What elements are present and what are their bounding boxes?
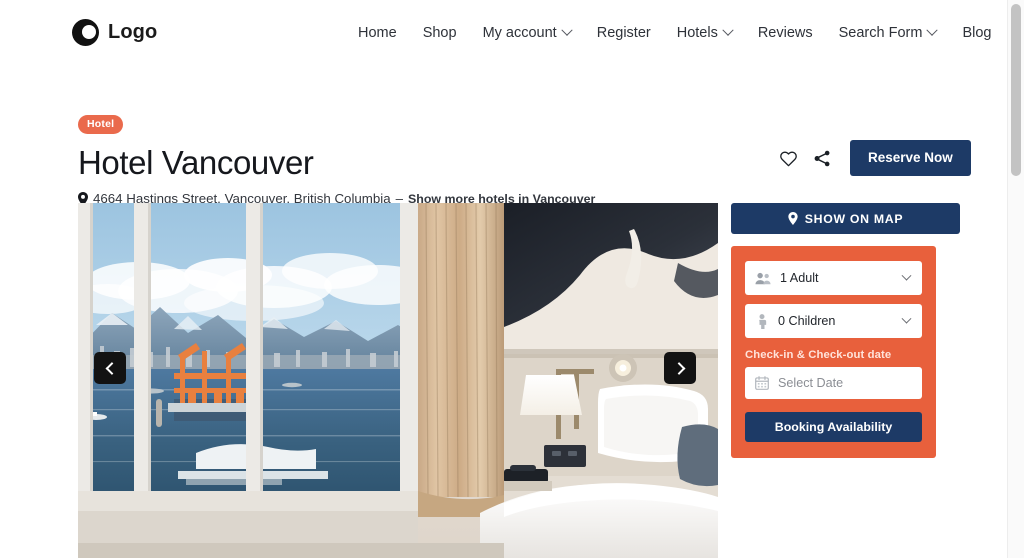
hotel-actions: Reserve Now [778,140,971,176]
heart-icon-glyph [780,151,797,166]
site-header: Logo Home Shop My account Register Hotel… [0,0,1007,66]
page-title: Hotel Vancouver [78,144,314,181]
people-icon [755,272,771,284]
main-navigation: Home Shop My account Register Hotels Rev… [345,21,1004,45]
nav-label: My account [482,25,557,41]
site-logo[interactable]: Logo [72,19,157,46]
browser-viewport: Logo Home Shop My account Register Hotel… [0,0,1007,558]
nav-label: Reviews [757,25,813,41]
chevron-down-icon [561,24,573,36]
nav-item-blog[interactable]: Blog [949,21,1004,45]
nav-item-hotels[interactable]: Hotels [664,21,745,45]
date-picker-field[interactable]: Select Date [745,367,922,399]
nav-item-reviews[interactable]: Reviews [745,21,826,45]
nav-label: Register [596,25,651,41]
date-placeholder: Select Date [778,376,844,390]
show-on-map-label: SHOW ON MAP [804,211,904,226]
heart-icon[interactable] [778,148,799,169]
nav-label: Search Form [838,25,923,41]
reserve-now-button[interactable]: Reserve Now [850,140,971,176]
nav-label: Blog [962,25,992,41]
nav-label: Home [358,25,397,41]
chevron-right-icon [672,361,685,375]
nav-label: Hotels [676,25,718,41]
page-root: Logo Home Shop My account Register Hotel… [0,0,1024,558]
page-scrollbar[interactable] [1007,0,1024,558]
status-badge: Hotel [78,115,124,134]
chevron-down-icon [901,313,912,324]
nav-item-search-form[interactable]: Search Form [826,21,950,45]
adults-value: 1 Adult [780,271,819,285]
nav-item-shop[interactable]: Shop [410,21,470,45]
chevron-down-icon [901,270,912,281]
show-on-map-button[interactable]: SHOW ON MAP [731,203,960,234]
gallery-next-button[interactable] [664,352,696,384]
date-field-label: Check-in & Check-out date [745,349,892,361]
gallery-image [78,203,718,558]
hotel-header-block: Hotel Hotel Vancouver 4664 Hastings Stre… [78,114,718,206]
booking-availability-button[interactable]: Booking Availability [745,412,922,442]
children-value: 0 Children [778,314,836,328]
gallery-prev-button[interactable] [94,352,126,384]
hotel-gallery[interactable] [78,203,718,558]
children-select[interactable]: 0 Children [745,304,922,338]
chevron-left-icon [105,361,118,375]
nav-item-register[interactable]: Register [584,21,664,45]
nav-item-my-account[interactable]: My account [470,21,584,45]
nav-label: Shop [422,25,457,41]
calendar-icon [755,376,769,390]
adults-select[interactable]: 1 Adult [745,261,922,295]
share-icon[interactable] [812,148,833,169]
logo-circle-icon [72,19,99,46]
map-pin-icon [788,212,798,225]
chevron-down-icon [926,24,939,36]
scrollbar-thumb[interactable] [1011,4,1021,176]
share-icon-glyph [814,150,830,166]
chevron-down-icon [722,24,734,36]
nav-item-home[interactable]: Home [345,21,410,45]
logo-text: Logo [108,21,158,43]
child-icon [759,313,767,329]
booking-panel: 1 Adult 0 Children Check-in & Check-out … [731,246,936,458]
